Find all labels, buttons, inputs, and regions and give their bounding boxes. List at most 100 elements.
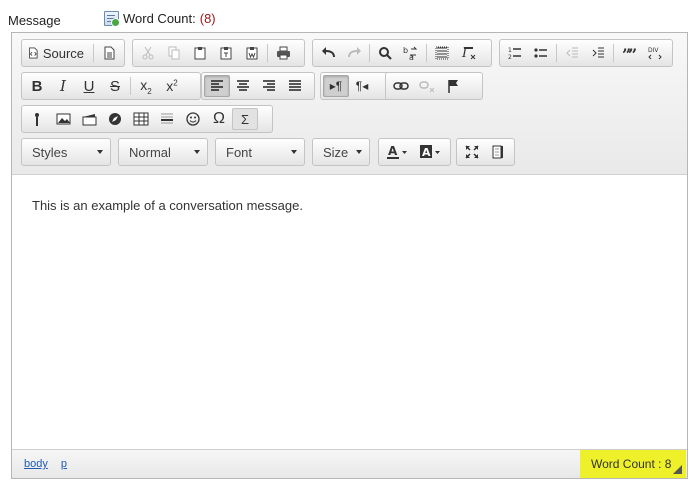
chevron-down-icon <box>356 150 362 154</box>
table-button[interactable] <box>128 108 154 130</box>
templates-button[interactable] <box>96 42 122 64</box>
align-right-button[interactable] <box>256 75 282 97</box>
numbered-list-button[interactable]: 12 <box>502 42 528 64</box>
italic-button[interactable]: I <box>50 75 76 97</box>
align-center-button[interactable] <box>230 75 256 97</box>
anchor-button[interactable] <box>440 75 466 97</box>
message-paragraph[interactable]: This is an example of a conversation mes… <box>32 198 667 213</box>
paste-icon <box>194 47 206 60</box>
svg-text:A: A <box>422 146 431 159</box>
cut-button[interactable] <box>135 42 161 64</box>
text-color-icon: A <box>386 145 407 159</box>
show-blocks-icon <box>492 145 503 159</box>
maximize-button[interactable] <box>459 141 485 163</box>
flash-icon <box>35 113 39 126</box>
show-blocks-button[interactable] <box>485 141 511 163</box>
smiley-icon <box>186 112 200 126</box>
paste-text-button[interactable] <box>213 42 239 64</box>
math-icon: Σ <box>240 111 250 127</box>
svg-text:”: ” <box>628 46 636 60</box>
remove-format-button[interactable]: I <box>455 42 481 64</box>
justify-button[interactable] <box>282 75 308 97</box>
bulleted-list-icon <box>534 48 547 58</box>
print-button[interactable] <box>270 42 296 64</box>
math-button[interactable]: Σ <box>232 108 258 130</box>
copy-button[interactable] <box>161 42 187 64</box>
styles-combo[interactable]: Styles <box>21 138 111 166</box>
chevron-down-icon <box>291 150 297 154</box>
source-icon <box>29 47 38 59</box>
unlink-button[interactable] <box>414 75 440 97</box>
strikethrough-button[interactable]: S <box>102 75 128 97</box>
subscript-button[interactable]: x2 <box>133 75 159 97</box>
paste-word-button[interactable] <box>239 42 265 64</box>
size-combo[interactable]: Size <box>312 138 370 166</box>
paste-text-icon <box>220 47 232 60</box>
link-icon <box>393 82 409 90</box>
editor-statusbar: body p Word Count : 8 <box>12 449 687 478</box>
align-center-icon <box>237 80 249 91</box>
paste-button[interactable] <box>187 42 213 64</box>
bulleted-list-button[interactable] <box>528 42 554 64</box>
blockquote-icon: ”” <box>622 46 636 60</box>
font-combo[interactable]: Font <box>215 138 305 166</box>
blockquote-button[interactable]: ”” <box>616 42 642 64</box>
size-combo-label: Size <box>323 144 349 160</box>
iframe-button[interactable] <box>102 108 128 130</box>
editor-content-area[interactable]: This is an example of a conversation mes… <box>12 176 687 448</box>
background-color-button[interactable]: A <box>415 141 449 163</box>
align-left-button[interactable] <box>204 75 230 97</box>
rtl-icon: ¶◂ <box>355 79 369 93</box>
message-label: Message <box>8 13 61 28</box>
decrease-indent-button[interactable] <box>559 42 585 64</box>
maximize-icon <box>465 145 479 159</box>
background-color-icon: A <box>420 145 441 159</box>
path-p-link[interactable]: p <box>61 458 67 470</box>
ltr-icon: ▸¶ <box>329 79 343 93</box>
rtl-button[interactable]: ¶◂ <box>349 75 375 97</box>
paste-word-icon <box>246 47 258 60</box>
special-char-icon: Ω <box>213 110 225 127</box>
editing-group: ba I <box>312 39 492 67</box>
horizontal-rule-button[interactable] <box>154 108 180 130</box>
select-all-button[interactable] <box>429 42 455 64</box>
ltr-button[interactable]: ▸¶ <box>323 75 349 97</box>
word-count-footer: Word Count : 8 <box>580 450 686 478</box>
svg-text:1: 1 <box>508 47 512 54</box>
editor-toolbar: Source b a I 1 2 ” DIV B I U S x2 x2 ▸¶ … <box>12 33 687 175</box>
increase-indent-button[interactable] <box>585 42 611 64</box>
text-color-button[interactable]: A <box>381 141 415 163</box>
resize-grip-icon[interactable] <box>673 465 682 474</box>
flash-button[interactable] <box>24 108 50 130</box>
select-all-icon <box>435 46 449 60</box>
italic-icon: I <box>60 77 66 95</box>
replace-button[interactable]: ba <box>398 42 424 64</box>
link-button[interactable] <box>388 75 414 97</box>
replace-icon: ba <box>403 46 418 60</box>
format-combo[interactable]: Normal <box>118 138 208 166</box>
separator <box>556 44 557 62</box>
svg-text:A: A <box>388 145 398 158</box>
print-icon <box>276 46 290 60</box>
smiley-button[interactable] <box>180 108 206 130</box>
div-container-icon: DIV <box>648 47 662 60</box>
source-button[interactable]: Source <box>24 42 91 64</box>
increase-indent-icon <box>592 47 604 58</box>
undo-button[interactable] <box>315 42 341 64</box>
video-button[interactable] <box>76 108 102 130</box>
div-container-button[interactable]: DIV <box>642 42 668 64</box>
undo-icon <box>321 47 335 58</box>
redo-button[interactable] <box>341 42 367 64</box>
bold-button[interactable]: B <box>24 75 50 97</box>
redo-icon <box>347 47 361 58</box>
subscript-icon: x2 <box>140 76 152 96</box>
separator <box>130 77 131 95</box>
underline-button[interactable]: U <box>76 75 102 97</box>
superscript-button[interactable]: x2 <box>159 75 185 97</box>
direction-group: ▸¶ ¶◂ <box>320 72 392 100</box>
path-body-link[interactable]: body <box>24 458 48 470</box>
document-group: Source <box>21 39 125 67</box>
image-button[interactable] <box>50 108 76 130</box>
find-button[interactable] <box>372 42 398 64</box>
special-char-button[interactable]: Ω <box>206 108 232 130</box>
